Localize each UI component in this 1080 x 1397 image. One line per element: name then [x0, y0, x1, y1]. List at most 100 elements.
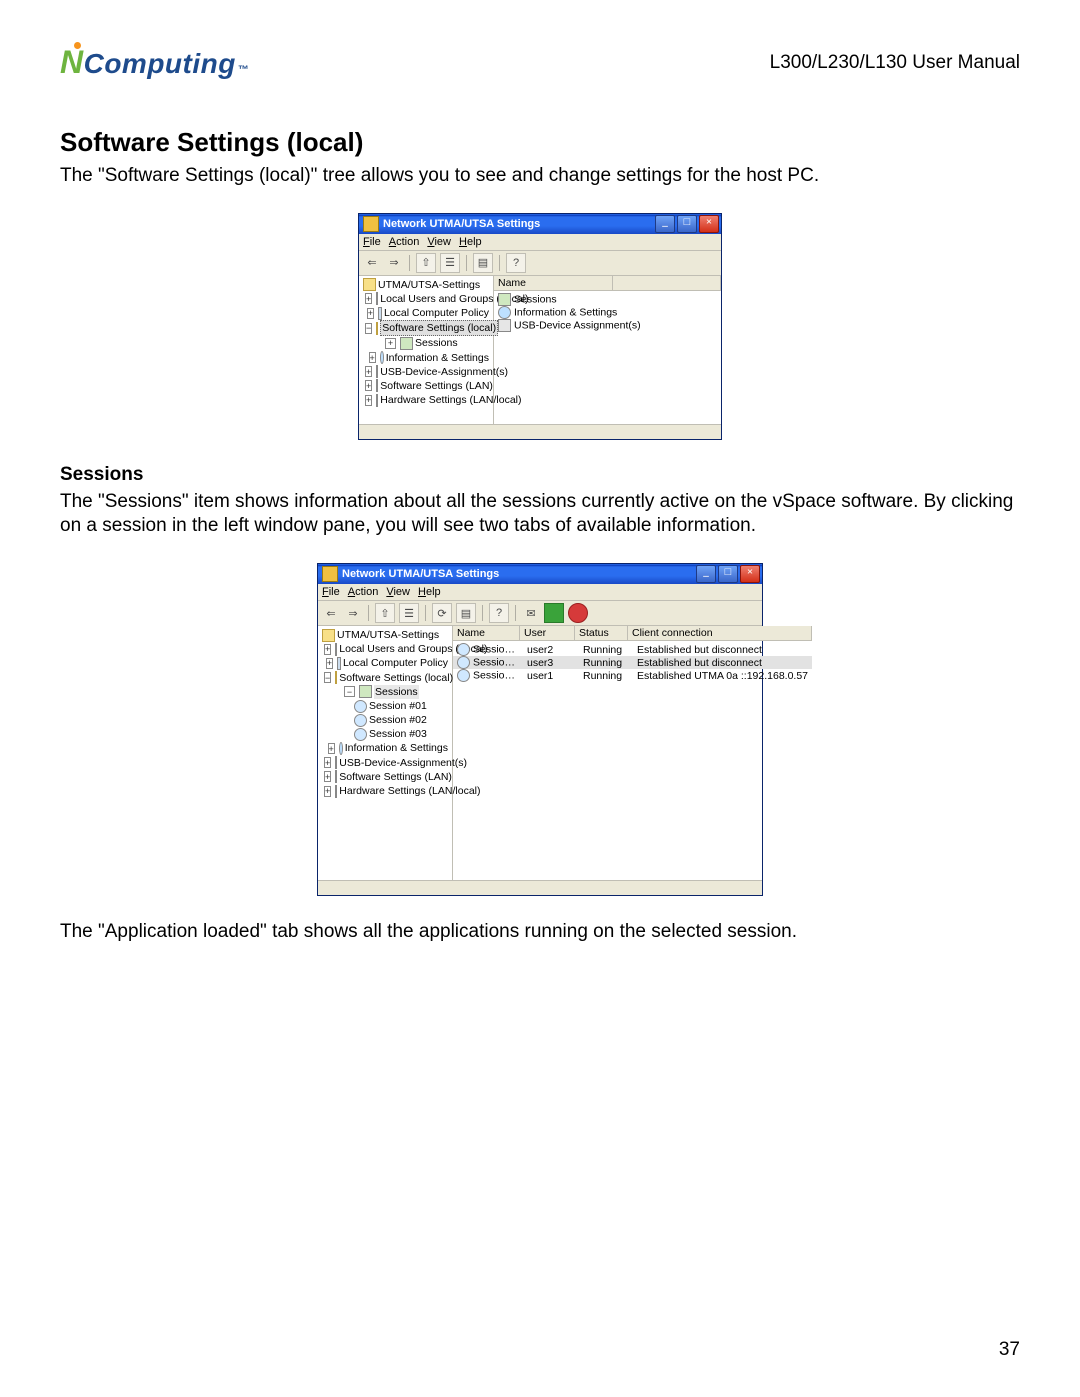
usb-icon: [335, 756, 337, 769]
start-button[interactable]: [544, 603, 564, 623]
column-name[interactable]: Name: [494, 276, 613, 290]
properties-button[interactable]: ☰: [399, 603, 419, 623]
list-header: Name User Status Client connection: [453, 626, 812, 641]
up-button[interactable]: ⇧: [416, 253, 436, 273]
tree-item-local-users[interactable]: +Local Users and Groups (Local): [322, 642, 448, 656]
expand-icon[interactable]: +: [367, 308, 374, 319]
properties-button[interactable]: ☰: [440, 253, 460, 273]
tree-item-hardware-settings[interactable]: +Hardware Settings (LAN/local): [322, 784, 448, 798]
toolbar-separator: [466, 255, 467, 271]
menu-file[interactable]: File: [322, 586, 340, 598]
tree-item-usb-assignment[interactable]: +USB-Device-Assignment(s): [363, 365, 489, 379]
expand-icon[interactable]: +: [365, 380, 372, 391]
expand-icon[interactable]: +: [324, 771, 331, 782]
export-button[interactable]: ▤: [456, 603, 476, 623]
menu-action[interactable]: Action: [348, 586, 379, 598]
hardware-icon: [376, 394, 378, 407]
column-user[interactable]: User: [520, 626, 575, 640]
collapse-icon[interactable]: −: [324, 672, 331, 683]
expand-icon[interactable]: +: [385, 338, 396, 349]
window-1: Network UTMA/UTSA Settings _ □ × File Ac…: [358, 213, 722, 440]
menu-view[interactable]: View: [427, 236, 451, 248]
expand-icon[interactable]: +: [324, 786, 331, 797]
table-row[interactable]: Session #02 user3 Running Established bu…: [453, 656, 812, 669]
minimize-button[interactable]: _: [655, 215, 675, 233]
tree-item-session-03[interactable]: Session #03: [322, 727, 448, 741]
up-button[interactable]: ⇧: [375, 603, 395, 623]
export-button[interactable]: ▤: [473, 253, 493, 273]
help-button[interactable]: ?: [506, 253, 526, 273]
maximize-button[interactable]: □: [718, 565, 738, 583]
list-item[interactable]: Information & Settings: [494, 306, 721, 319]
column-blank[interactable]: [613, 276, 721, 290]
tree-item-usb-assignment[interactable]: +USB-Device-Assignment(s): [322, 756, 448, 770]
tree-item-software-settings-lan[interactable]: +Software Settings (LAN): [363, 379, 489, 393]
tree-item-session-02[interactable]: Session #02: [322, 713, 448, 727]
maximize-button[interactable]: □: [677, 215, 697, 233]
expand-icon[interactable]: +: [365, 395, 372, 406]
menu-help[interactable]: Help: [459, 236, 482, 248]
refresh-button[interactable]: ⟳: [432, 603, 452, 623]
send-message-button[interactable]: ✉: [522, 604, 540, 622]
users-icon: [335, 643, 337, 656]
list-item[interactable]: Sessions: [494, 293, 721, 306]
forward-button[interactable]: ⇒: [344, 604, 362, 622]
tree-item-sessions[interactable]: +Sessions: [363, 336, 489, 350]
tree-item-local-policy[interactable]: +Local Computer Policy: [322, 656, 448, 670]
toolbar-separator: [499, 255, 500, 271]
logo-dot-icon: [74, 42, 81, 49]
stop-button[interactable]: [568, 603, 588, 623]
table-row[interactable]: Session #03 user1 Running Established UT…: [453, 669, 812, 682]
list-item[interactable]: USB-Device Assignment(s): [494, 319, 721, 332]
window-2-titlebar: Network UTMA/UTSA Settings _ □ ×: [318, 564, 762, 584]
expand-icon[interactable]: +: [365, 293, 372, 304]
tree-item-local-policy[interactable]: +Local Computer Policy: [363, 306, 489, 320]
page-number: 37: [999, 1339, 1020, 1361]
expand-icon[interactable]: +: [369, 352, 376, 363]
forward-button[interactable]: ⇒: [385, 254, 403, 272]
menu-view[interactable]: View: [386, 586, 410, 598]
minimize-button[interactable]: _: [696, 565, 716, 583]
collapse-icon[interactable]: −: [365, 323, 372, 334]
help-button[interactable]: ?: [489, 603, 509, 623]
tree-root[interactable]: UTMA/UTSA-Settings: [363, 278, 489, 292]
pc-icon: [337, 657, 341, 670]
table-row[interactable]: Session #01 user2 Running Established bu…: [453, 643, 812, 656]
users-icon: [376, 292, 378, 305]
user-icon: [354, 714, 367, 727]
expand-icon[interactable]: +: [326, 658, 333, 669]
tree-item-info-settings[interactable]: +Information & Settings: [322, 741, 448, 755]
back-button[interactable]: ⇐: [322, 604, 340, 622]
expand-icon[interactable]: +: [365, 366, 372, 377]
column-status[interactable]: Status: [575, 626, 628, 640]
close-button[interactable]: ×: [699, 215, 719, 233]
tree-item-hardware-settings[interactable]: +Hardware Settings (LAN/local): [363, 393, 489, 407]
menu-help[interactable]: Help: [418, 586, 441, 598]
list-pane: Name User Status Client connection Sessi…: [453, 626, 812, 880]
tree-item-local-users[interactable]: +Local Users and Groups (Local): [363, 292, 489, 306]
toolbar-separator: [515, 605, 516, 621]
tree-item-sessions[interactable]: −Sessions: [322, 685, 448, 699]
list-pane: Name Sessions Information & Settings USB…: [494, 276, 721, 424]
tree-item-software-settings-lan[interactable]: +Software Settings (LAN): [322, 770, 448, 784]
list-rows: Session #01 user2 Running Established bu…: [453, 641, 812, 684]
expand-icon[interactable]: +: [324, 757, 331, 768]
window-1-body: UTMA/UTSA-Settings +Local Users and Grou…: [359, 276, 721, 424]
manual-title: L300/L230/L130 User Manual: [770, 52, 1020, 74]
column-name[interactable]: Name: [453, 626, 520, 640]
close-button[interactable]: ×: [740, 565, 760, 583]
tree-item-software-settings-local[interactable]: −Software Settings (local): [363, 320, 489, 336]
tree-item-software-settings-local[interactable]: −Software Settings (local): [322, 671, 448, 685]
menu-action[interactable]: Action: [389, 236, 420, 248]
tree-pane: UTMA/UTSA-Settings +Local Users and Grou…: [359, 276, 494, 424]
menu-file[interactable]: File: [363, 236, 381, 248]
sessions-icon: [498, 293, 511, 306]
collapse-icon[interactable]: −: [344, 686, 355, 697]
tree-item-session-01[interactable]: Session #01: [322, 699, 448, 713]
expand-icon[interactable]: +: [328, 743, 335, 754]
expand-icon[interactable]: +: [324, 644, 331, 655]
back-button[interactable]: ⇐: [363, 254, 381, 272]
column-client[interactable]: Client connection: [628, 626, 812, 640]
tree-item-info-settings[interactable]: +Information & Settings: [363, 351, 489, 365]
tree-root[interactable]: UTMA/UTSA-Settings: [322, 628, 448, 642]
